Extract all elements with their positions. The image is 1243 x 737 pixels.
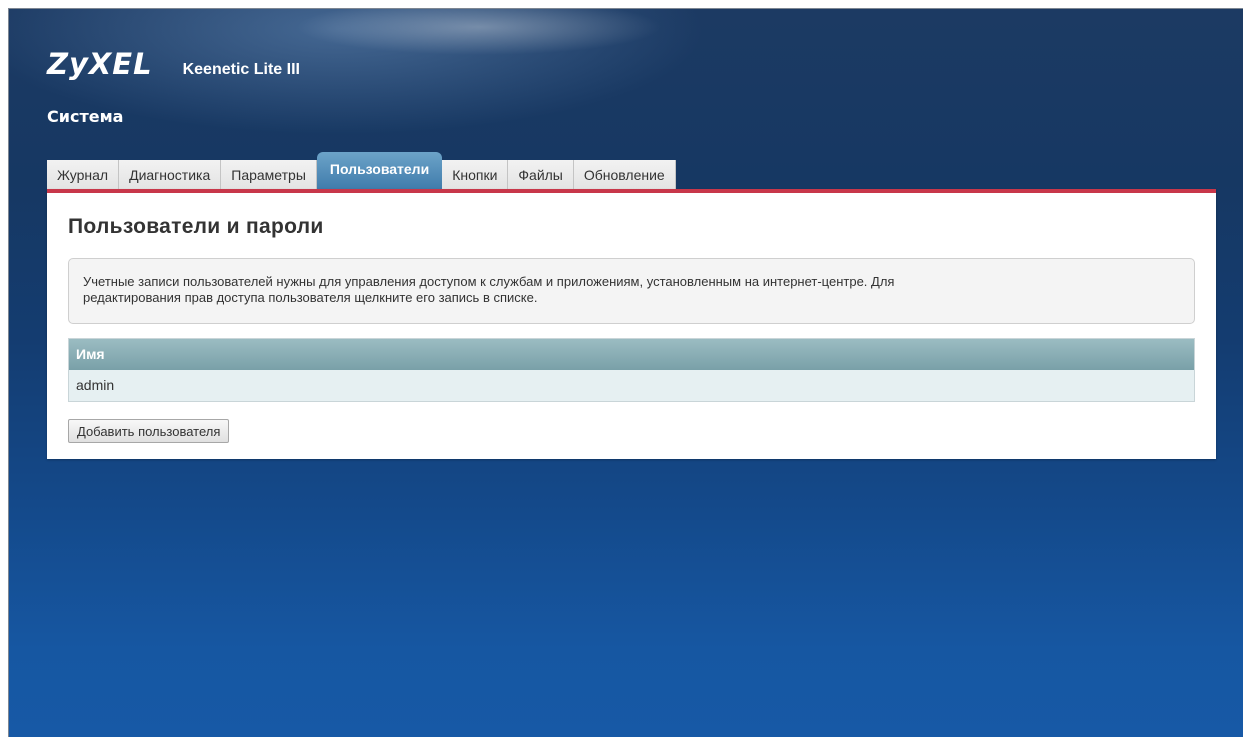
tab-bar: Журнал Диагностика Параметры Пользовател… bbox=[47, 152, 676, 190]
add-user-button[interactable]: Добавить пользователя bbox=[68, 419, 230, 443]
tab-diagnostics[interactable]: Диагностика bbox=[119, 160, 222, 190]
logo: ZyXEL Keenetic Lite III bbox=[47, 47, 300, 81]
user-name-cell: admin bbox=[76, 377, 115, 393]
info-text-line-2: редактирования прав доступа пользователя… bbox=[83, 290, 538, 305]
brand-logo: ZyXEL bbox=[47, 47, 153, 81]
tab-users[interactable]: Пользователи bbox=[316, 152, 443, 190]
table-row[interactable]: admin bbox=[69, 370, 1194, 401]
tab-update[interactable]: Обновление bbox=[573, 160, 676, 190]
info-text-line-1: Учетные записи пользователей нужны для у… bbox=[83, 274, 895, 289]
column-header-name: Имя bbox=[69, 339, 1194, 370]
router-web-ui: ZyXEL Keenetic Lite III Система Журнал Д… bbox=[8, 8, 1243, 737]
info-box: Учетные записи пользователей нужны для у… bbox=[68, 258, 1195, 324]
model-name: Keenetic Lite III bbox=[182, 61, 300, 78]
tab-files[interactable]: Файлы bbox=[508, 160, 574, 190]
tab-parameters[interactable]: Параметры bbox=[221, 160, 317, 190]
tab-buttons[interactable]: Кнопки bbox=[442, 160, 509, 190]
users-table: Имя admin bbox=[68, 338, 1195, 402]
section-title: Система bbox=[47, 107, 124, 126]
tab-log[interactable]: Журнал bbox=[47, 160, 120, 190]
page-title: Пользователи и пароли bbox=[68, 215, 324, 238]
content-panel: Пользователи и пароли Учетные записи пол… bbox=[47, 189, 1216, 459]
